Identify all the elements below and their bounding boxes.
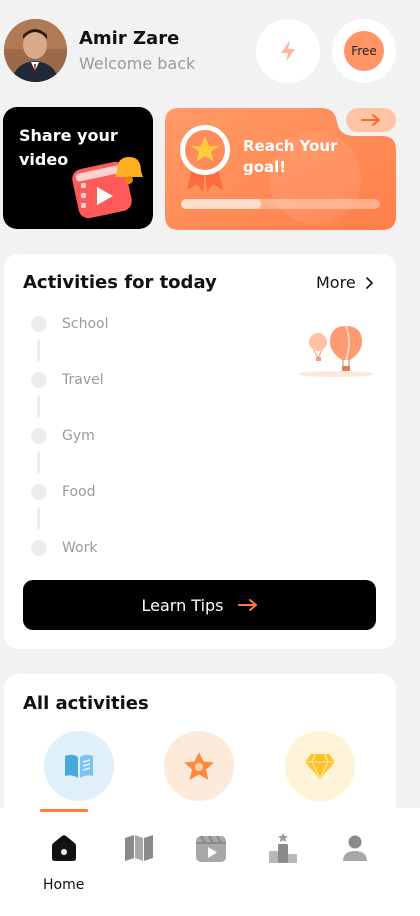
timeline-connector — [37, 340, 40, 362]
share-video-card[interactable]: Share your video — [3, 107, 153, 229]
active-tab-indicator — [40, 809, 88, 812]
learn-tips-label: Learn Tips — [141, 595, 224, 615]
nav-profile[interactable] — [331, 828, 379, 868]
free-badge: Free — [344, 31, 384, 71]
nav-leaderboard[interactable] — [259, 828, 307, 868]
activity-label: Food — [62, 484, 96, 500]
activity-label: School — [62, 316, 109, 332]
medal-icon — [180, 125, 230, 192]
nav-map[interactable] — [115, 828, 163, 868]
profile-icon — [343, 835, 367, 861]
map-icon — [125, 835, 153, 861]
home-icon — [52, 835, 76, 861]
activity-item-school[interactable]: School — [31, 316, 108, 332]
goal-arrow-button[interactable] — [346, 108, 396, 132]
welcome-text: Welcome back — [79, 54, 196, 73]
activity-dot — [31, 540, 47, 556]
avatar[interactable] — [4, 19, 67, 82]
activity-label: Gym — [62, 428, 95, 444]
user-name: Amir Zare — [79, 28, 180, 49]
activities-today-card: Activities for today More School Travel … — [4, 254, 396, 649]
timeline-connector — [37, 396, 40, 418]
activity-item-work[interactable]: Work — [31, 540, 97, 556]
leaderboard-icon — [269, 833, 297, 863]
activity-item-gym[interactable]: Gym — [31, 428, 95, 444]
chevron-right-icon — [365, 276, 373, 289]
activity-dot — [31, 316, 47, 332]
hot-air-balloon-icon — [298, 325, 374, 377]
more-label: More — [316, 273, 356, 292]
all-activities-title: All activities — [23, 693, 149, 714]
activity-dot — [31, 428, 47, 444]
activity-dot — [31, 372, 47, 388]
activity-dot — [31, 484, 47, 500]
reach-goal-title: Reach Your goal! — [243, 137, 338, 176]
activity-item-travel[interactable]: Travel — [31, 372, 104, 388]
nav-video[interactable] — [187, 828, 235, 868]
nav-home-label: Home — [43, 877, 85, 893]
arrow-right-icon — [237, 599, 257, 611]
video-icon — [196, 835, 226, 862]
bolt-button[interactable] — [256, 19, 320, 83]
activity-star-button[interactable] — [164, 731, 234, 801]
activity-label: Work — [62, 540, 98, 556]
arrow-right-icon — [361, 114, 380, 126]
free-plan-button[interactable]: Free — [332, 19, 396, 83]
goal-progress-fill — [181, 199, 261, 209]
activity-diamond-button[interactable] — [285, 731, 355, 801]
nav-home[interactable] — [40, 828, 88, 868]
timeline-connector — [37, 508, 40, 530]
learn-tips-button[interactable]: Learn Tips — [23, 580, 376, 630]
activity-item-food[interactable]: Food — [31, 484, 96, 500]
book-icon — [65, 754, 93, 778]
bottom-navigation: Home — [0, 808, 420, 916]
timeline-connector — [37, 452, 40, 474]
reach-goal-card[interactable]: Reach Your goal! — [165, 108, 396, 230]
activity-label: Travel — [62, 372, 104, 388]
activity-book-button[interactable] — [44, 731, 114, 801]
bolt-icon — [281, 40, 295, 62]
star-icon — [184, 752, 214, 780]
diamond-icon — [305, 753, 335, 780]
video-bell-icon — [72, 157, 143, 219]
activities-today-title: Activities for today — [23, 272, 217, 293]
goal-progress-bar — [181, 199, 380, 209]
more-button[interactable]: More — [316, 273, 374, 292]
